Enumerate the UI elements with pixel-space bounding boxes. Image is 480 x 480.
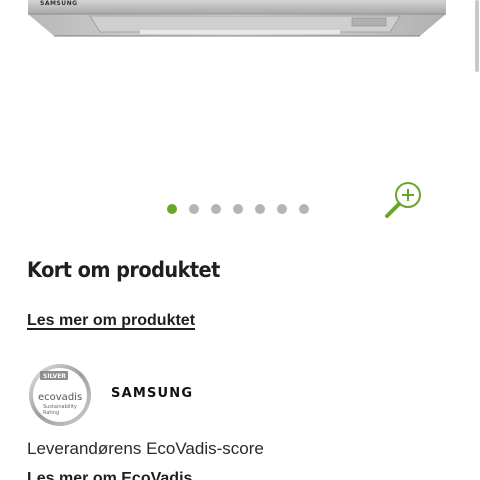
product-brand-text: SAMSUNG xyxy=(40,0,78,7)
badge-level-text: SILVER xyxy=(43,373,66,380)
product-page: SAMSUNG Kort om produktet Les mer om pro… xyxy=(0,0,480,480)
carousel-dot[interactable] xyxy=(255,204,265,214)
carousel-dot[interactable] xyxy=(277,204,287,214)
ecovadis-score-label: Leverandørens EcoVadis-score xyxy=(27,439,264,458)
carousel-dot[interactable] xyxy=(189,204,199,214)
scrollbar[interactable] xyxy=(475,0,479,72)
carousel-dot[interactable] xyxy=(167,204,177,214)
carousel-dot[interactable] xyxy=(211,204,221,214)
section-title: Kort om produktet xyxy=(27,258,220,282)
product-image[interactable]: SAMSUNG xyxy=(0,0,470,60)
read-more-product-link[interactable]: Les mer om produktet xyxy=(27,312,195,330)
zoom-in-icon[interactable] xyxy=(382,180,426,220)
supplier-logo: SAMSUNG xyxy=(111,386,194,401)
carousel-dot[interactable] xyxy=(233,204,243,214)
carousel-dots xyxy=(167,204,309,214)
carousel-dot[interactable] xyxy=(299,204,309,214)
badge-caption-2: Rating xyxy=(43,410,59,416)
badge-brand-text: ecovadis xyxy=(38,392,82,403)
ecovadis-silver-badge: SILVER ecovadis Sustainability Rating xyxy=(29,364,91,426)
read-more-ecovadis-link[interactable]: Les mer om EcoVadis xyxy=(27,470,192,480)
